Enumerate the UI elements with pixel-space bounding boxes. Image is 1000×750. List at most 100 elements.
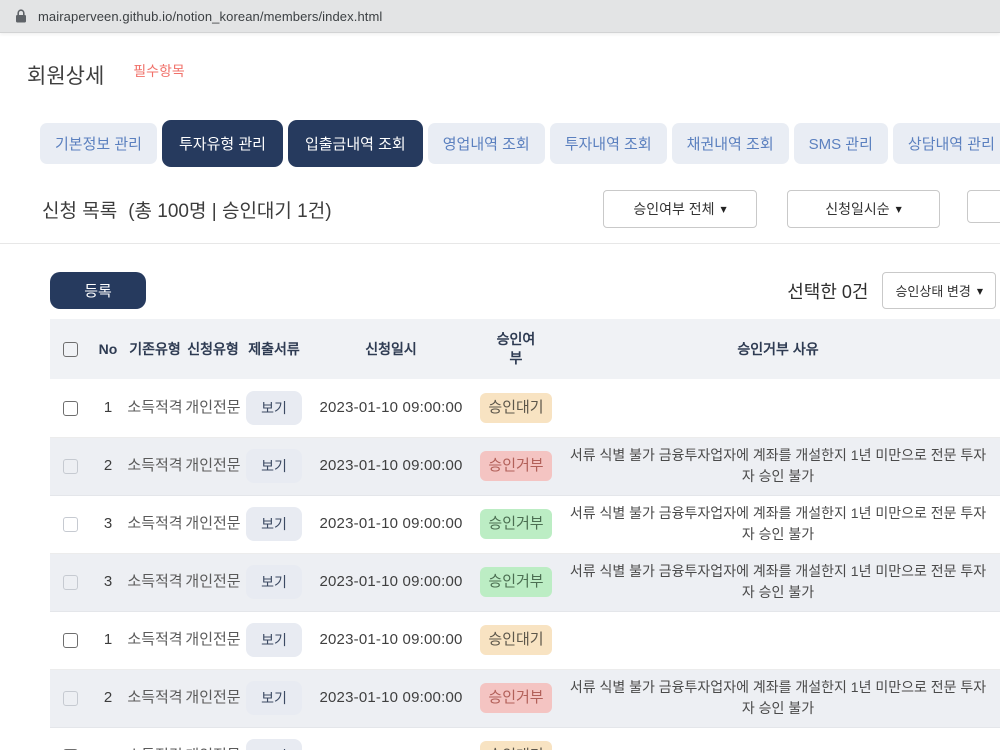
cell-reason: 서류 식별 불가 금융투자업자에 계좌를 개설한지 1년 미만으로 전문 투자자…	[556, 553, 1000, 612]
cell-no: 2	[90, 437, 126, 496]
table-body: 1 소득적격 개인전문 보기 2023-01-10 09:00:00 승인대기 …	[50, 379, 1000, 750]
col-existing-type: 기존유형	[126, 319, 184, 379]
cell-datetime: 2023-01-10 09:00:00	[306, 379, 476, 438]
cell-no: 1	[90, 611, 126, 670]
cell-datetime: 2023-01-10 09:00:00	[306, 553, 476, 612]
cell-datetime: 2023-01-10 09:00:00	[306, 437, 476, 496]
change-status-label: 승인상태 변경	[895, 284, 971, 299]
cell-reason	[556, 727, 1000, 750]
view-button[interactable]: 보기	[246, 623, 302, 657]
cell-applied-type: 개인전문	[184, 727, 242, 750]
cell-existing-type: 소득적격	[126, 611, 184, 670]
select-all-checkbox[interactable]	[62, 342, 78, 358]
status-badge: 승인거부	[480, 567, 552, 597]
register-button[interactable]: 등록	[50, 272, 146, 309]
status-badge: 승인대기	[480, 625, 552, 655]
view-button[interactable]: 보기	[246, 681, 302, 715]
required-label: 필수항목	[133, 63, 185, 79]
url-text: mairaperveen.github.io/notion_korean/mem…	[38, 8, 383, 24]
cell-datetime: 2023-01-10 09:00:00	[306, 669, 476, 728]
sort-dropdown[interactable]: 신청일시순 ▼	[787, 190, 940, 228]
tab-5[interactable]: 투자내역 조회	[549, 123, 667, 164]
cell-reason: 서류 식별 불가 금융투자업자에 계좌를 개설한지 1년 미만으로 전문 투자자…	[556, 495, 1000, 554]
cell-datetime: 2023-01-10 09:00:00	[306, 495, 476, 554]
cell-applied-type: 개인전문	[184, 495, 242, 554]
cell-existing-type: 소득적격	[126, 379, 184, 438]
title-row: 회원상세 필수항목	[27, 60, 1000, 90]
row-checkbox[interactable]	[62, 458, 78, 474]
applications-table: No 기존유형 신청유형 제출서류 신청일시 승인여부 승인거부 사유 1 소득…	[50, 319, 1000, 750]
tab-2[interactable]: 투자유형 관리	[161, 120, 283, 167]
cell-existing-type: 소득적격	[126, 553, 184, 612]
col-datetime: 신청일시	[306, 319, 476, 379]
view-button[interactable]: 보기	[246, 565, 302, 599]
cell-reason: 서류 식별 불가 금융투자업자에 계좌를 개설한지 1년 미만으로 전문 투자자…	[556, 669, 1000, 728]
view-button[interactable]: 보기	[246, 507, 302, 541]
view-button[interactable]: 보기	[246, 390, 302, 425]
list-heading-row: 신청 목록 (총 100명 | 승인대기 1건) 승인여부 전체 ▼ 신청일시순 ▼	[0, 190, 1000, 228]
tab-8[interactable]: 상담내역 관리	[892, 123, 1000, 164]
cell-applied-type: 개인전문	[184, 669, 242, 728]
toolbar-row: 등록 선택한 0건 승인상태 변경 ▼	[0, 272, 1000, 309]
cell-existing-type: 소득적격	[126, 727, 184, 750]
change-status-dropdown[interactable]: 승인상태 변경 ▼	[882, 272, 996, 309]
row-checkbox[interactable]	[62, 574, 78, 590]
status-badge: 승인거부	[480, 683, 552, 713]
page-title: 회원상세	[27, 65, 105, 88]
cell-datetime: 2023-01-10 09:00:00	[306, 611, 476, 670]
approval-filter-label: 승인여부 전체	[633, 201, 715, 217]
status-badge: 승인대기	[480, 741, 552, 750]
cell-reason	[556, 611, 1000, 670]
cell-reason	[556, 379, 1000, 438]
cell-reason: 서류 식별 불가 금융투자업자에 계좌를 개설한지 1년 미만으로 전문 투자자…	[556, 437, 1000, 496]
tabs: 기본정보 관리 투자유형 관리 입출금내역 조회 영업내역 조회 투자내역 조회 채권내역…	[40, 120, 1000, 167]
row-checkbox[interactable]	[62, 632, 78, 648]
tab-6[interactable]: 채권내역 조회	[671, 123, 789, 164]
cell-datetime: 2023-01-10 09:00:00	[306, 727, 476, 750]
cell-no: 3	[90, 553, 126, 612]
table-row: 3 소득적격 개인전문 보기 2023-01-10 09:00:00 승인거부 …	[50, 495, 1000, 554]
row-checkbox[interactable]	[62, 690, 78, 706]
tab-3[interactable]: 입출금내역 조회	[287, 120, 423, 167]
col-applied-type: 신청유형	[184, 319, 242, 379]
tab-4[interactable]: 영업내역 조회	[427, 123, 545, 164]
table-row: 1 소득적격 개인전문 보기 2023-01-10 09:00:00 승인대기	[50, 611, 1000, 670]
col-no: No	[90, 319, 126, 379]
url-bar[interactable]: mairaperveen.github.io/notion_korean/mem…	[0, 0, 1000, 33]
cell-applied-type: 개인전문	[184, 611, 242, 670]
col-select	[50, 319, 90, 379]
cell-no: 1	[90, 379, 126, 438]
view-button[interactable]: 보기	[246, 449, 302, 483]
row-checkbox[interactable]	[62, 400, 78, 416]
cell-applied-type: 개인전문	[184, 437, 242, 496]
sort-label: 신청일시순	[825, 201, 890, 217]
selected-count: 선택한 0건	[787, 281, 869, 302]
status-badge: 승인대기	[480, 393, 552, 423]
table-header-row: No 기존유형 신청유형 제출서류 신청일시 승인여부 승인거부 사유	[50, 319, 1000, 379]
divider	[0, 243, 1000, 244]
cell-no: 3	[90, 495, 126, 554]
approval-filter-dropdown[interactable]: 승인여부 전체 ▼	[603, 190, 757, 228]
table-row: 3 소득적격 개인전문 보기 2023-01-10 09:00:00 승인거부 …	[50, 553, 1000, 612]
cell-existing-type: 소득적격	[126, 669, 184, 728]
table-row: 1 소득적격 개인전문 보기 2023-01-10 09:00:00 승인대기	[50, 727, 1000, 750]
col-documents: 제출서류	[242, 319, 306, 379]
list-summary: (총 100명 | 승인대기 1건)	[128, 200, 332, 222]
tab-1[interactable]: 기본정보 관리	[40, 123, 157, 164]
status-badge: 승인거부	[480, 451, 552, 481]
view-button[interactable]: 보기	[246, 739, 302, 750]
caret-down-icon: ▼	[976, 287, 983, 296]
col-approval: 승인여부	[476, 319, 556, 379]
extra-dropdown[interactable]	[967, 190, 1000, 223]
table-row: 2 소득적격 개인전문 보기 2023-01-10 09:00:00 승인거부 …	[50, 669, 1000, 728]
cell-no: 1	[90, 727, 126, 750]
list-title: 신청 목록	[42, 200, 118, 222]
cell-applied-type: 개인전문	[184, 553, 242, 612]
tab-7[interactable]: SMS 관리	[793, 123, 888, 164]
cell-existing-type: 소득적격	[126, 495, 184, 554]
lock-icon	[16, 9, 26, 23]
cell-applied-type: 개인전문	[184, 379, 242, 438]
row-checkbox[interactable]	[62, 516, 78, 532]
caret-down-icon: ▼	[720, 205, 727, 214]
col-reject-reason: 승인거부 사유	[556, 319, 1000, 379]
